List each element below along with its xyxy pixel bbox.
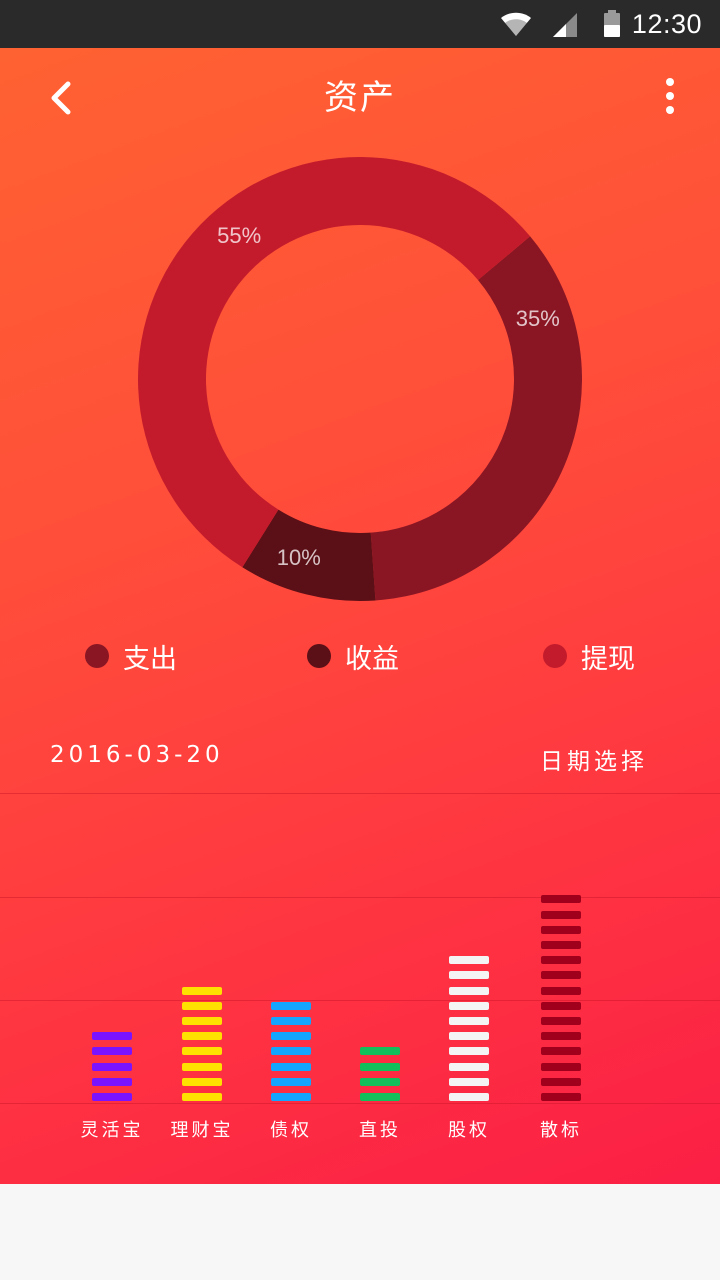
bar-segment xyxy=(449,1001,489,1010)
bar-category-label: 灵活宝 xyxy=(80,1120,144,1141)
bar-segment xyxy=(449,1017,489,1025)
legend-dot xyxy=(85,644,109,668)
bottom-area xyxy=(0,1184,720,1280)
asset-panel: 资产 35% 10% 55% 支出 收益 提现 2016-03-20 日期选择 灵活… xyxy=(0,48,720,1184)
bar-segment xyxy=(449,956,489,965)
date-picker-button[interactable]: 日期选择 xyxy=(540,742,648,776)
bar-segment xyxy=(541,1001,581,1010)
bar-segment xyxy=(182,1062,222,1071)
bar-segment xyxy=(271,1062,311,1071)
bar-segment xyxy=(541,1062,581,1071)
donut-chart: 35% 10% 55% xyxy=(138,157,582,601)
bar-segment xyxy=(271,1032,311,1041)
donut-slice-label: 10% xyxy=(277,545,321,570)
bar-segment xyxy=(92,1062,132,1071)
bar-segment xyxy=(541,1047,581,1056)
bar-segment xyxy=(271,1077,311,1086)
status-bar: 12:30 xyxy=(0,0,720,48)
donut-slice-label: 55% xyxy=(217,223,261,248)
bar-segment xyxy=(541,1032,581,1041)
legend-item-income: 收益 xyxy=(307,636,399,676)
battery-icon xyxy=(604,10,620,37)
bar-segment xyxy=(360,1077,400,1086)
bar-segment xyxy=(360,1047,400,1056)
bar-segment xyxy=(449,1047,489,1056)
bar-segment xyxy=(449,1093,489,1101)
donut-slice xyxy=(370,236,582,601)
bar-segment xyxy=(541,1077,581,1086)
bar-category-label: 股权 xyxy=(448,1120,490,1141)
legend-item-withdraw: 提现 xyxy=(543,636,635,676)
bar-segment xyxy=(541,895,581,904)
bar-segment xyxy=(360,1062,400,1071)
cell-signal-icon xyxy=(553,13,577,37)
bar-segment xyxy=(271,1017,311,1025)
bar-segment xyxy=(92,1077,132,1086)
bar-segment xyxy=(541,956,581,965)
wifi-icon xyxy=(501,12,531,36)
bar-segment xyxy=(449,1062,489,1071)
bar-segment xyxy=(182,1077,222,1086)
bar-segment xyxy=(449,1077,489,1086)
grid-line xyxy=(0,793,720,794)
bar-segment xyxy=(541,910,581,919)
legend-item-expense: 支出 xyxy=(85,636,177,676)
grid-line xyxy=(0,1000,720,1001)
bar-segment xyxy=(271,1047,311,1056)
bar-segment xyxy=(182,1032,222,1041)
legend-label: 支出 xyxy=(123,643,177,675)
legend-dot xyxy=(543,644,567,668)
legend-label: 提现 xyxy=(581,643,635,675)
bar-segment xyxy=(92,1047,132,1056)
bar-segment xyxy=(541,941,581,949)
bar-segment xyxy=(182,1001,222,1010)
grid-line xyxy=(0,1103,720,1104)
bar-segment xyxy=(449,971,489,980)
bar-segment xyxy=(360,1093,400,1101)
bar-segment xyxy=(271,1001,311,1010)
bar-segment xyxy=(182,1047,222,1056)
bar-category-label: 直投 xyxy=(359,1120,401,1141)
bar-segment xyxy=(182,1093,222,1101)
bar-segment xyxy=(271,1093,311,1101)
bar-segment xyxy=(541,1017,581,1025)
donut-slice-label: 35% xyxy=(516,306,560,331)
bar-segment xyxy=(92,1093,132,1101)
bar-segment xyxy=(541,925,581,934)
bar-category-label: 债权 xyxy=(270,1120,312,1141)
bar-segment xyxy=(182,1017,222,1025)
grid-line xyxy=(0,897,720,898)
bar-segment xyxy=(92,1032,132,1041)
bar-segment xyxy=(541,1093,581,1101)
status-time: 12:30 xyxy=(631,9,702,39)
bar-segment xyxy=(449,986,489,995)
bar-category-label: 理财宝 xyxy=(170,1120,234,1141)
bar-segment xyxy=(541,986,581,995)
bar-segment xyxy=(449,1032,489,1041)
selected-date: 2016-03-20 xyxy=(50,742,224,768)
bar-segment xyxy=(541,971,581,980)
legend-label: 收益 xyxy=(345,643,399,675)
bar-segment xyxy=(182,986,222,995)
bar-category-label: 散标 xyxy=(540,1120,582,1141)
legend-dot xyxy=(307,644,331,668)
